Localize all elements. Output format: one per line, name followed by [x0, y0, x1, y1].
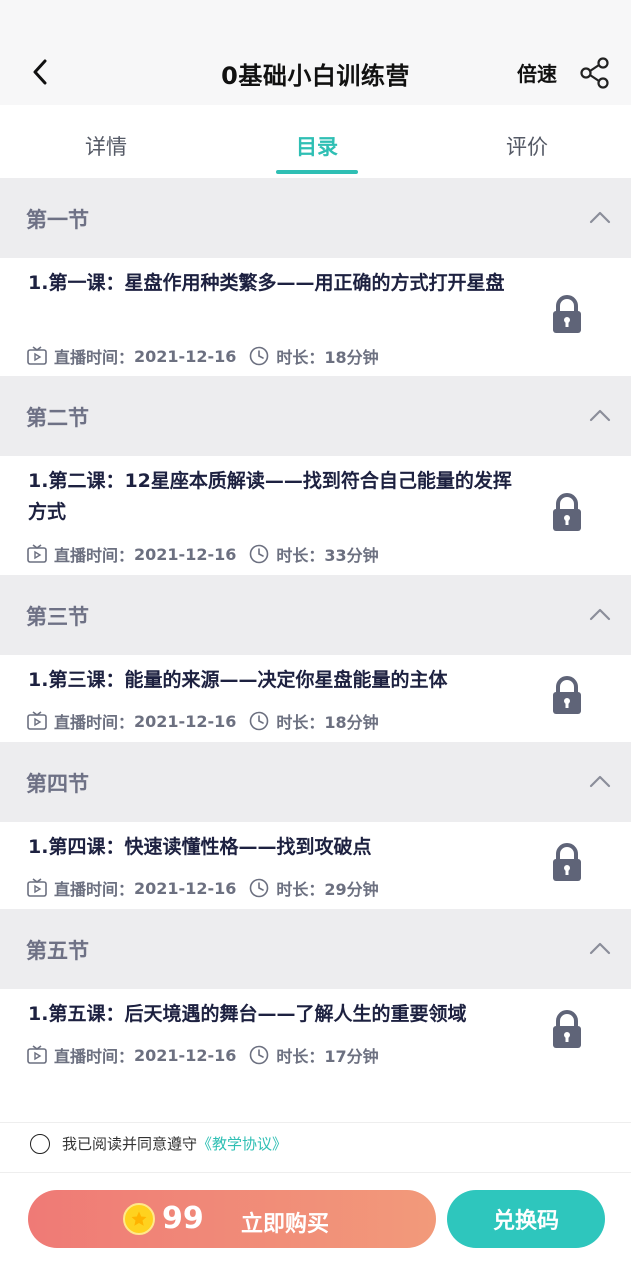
section-header[interactable]: 第三节: [0, 575, 631, 655]
speed-button[interactable]: 倍速: [517, 58, 557, 87]
clock-icon: [250, 711, 269, 731]
coin-icon: [123, 1203, 155, 1235]
price-value: 99: [162, 1201, 204, 1236]
tv-play-icon: [27, 346, 47, 365]
divider: [0, 1122, 631, 1123]
duration-label: 时长：: [276, 1047, 325, 1066]
lock-icon: [553, 676, 581, 714]
share-icon: [580, 57, 609, 89]
duration-label: 时长：: [276, 880, 325, 899]
lesson-meta: 直播时间： 2021-12-16 时长： 17分钟: [26, 1043, 379, 1067]
tv-play-icon: [27, 1045, 47, 1064]
lesson-item[interactable]: 1.第三课：能量的来源——决定你星盘能量的主体 直播时间： 2021-12-16…: [0, 655, 631, 742]
active-tab-indicator: [276, 170, 358, 174]
live-time-label: 直播时间：: [54, 546, 135, 565]
divider: [0, 1172, 631, 1173]
duration-label: 时长：: [276, 713, 325, 732]
lesson-item[interactable]: 1.第二课：12星座本质解读——找到符合自己能量的发挥方式 直播时间： 2021…: [0, 456, 631, 575]
duration-value: 17分钟: [324, 1047, 379, 1066]
agreement-text: 我已阅读并同意遵守: [62, 1135, 198, 1153]
tv-play-icon: [27, 711, 47, 730]
section-header[interactable]: 第五节: [0, 909, 631, 989]
chevron-up-icon: [589, 211, 611, 224]
clock-icon: [250, 1045, 269, 1065]
duration-value: 33分钟: [324, 546, 379, 565]
section-title: 第二节: [26, 406, 89, 430]
tab-catalog[interactable]: 目录: [257, 131, 377, 161]
section-title: 第五节: [26, 939, 89, 963]
agreement-row: 我已阅读并同意遵守 《教学协议》: [30, 1133, 287, 1154]
lesson-item[interactable]: 1.第四课：快速读懂性格——找到攻破点 直播时间： 2021-12-16 时长：…: [0, 822, 631, 909]
live-time-label: 直播时间：: [54, 713, 135, 732]
lock-icon: [553, 295, 581, 333]
duration-value: 18分钟: [324, 713, 379, 732]
section-title: 第一节: [26, 208, 89, 232]
tab-details[interactable]: 详情: [46, 131, 166, 161]
lesson-title: 1.第二课：12星座本质解读——找到符合自己能量的发挥方式: [28, 470, 512, 523]
buy-now-label: 立即购买: [241, 1212, 330, 1237]
catalog-list: 第一节 1.第一课：星盘作用种类繁多——用正确的方式打开星盘 直播时间： 202…: [0, 178, 631, 1076]
chevron-up-icon: [589, 409, 611, 422]
section-title: 第三节: [26, 605, 89, 629]
redeem-code-button[interactable]: 兑换码: [447, 1190, 605, 1248]
live-time-label: 直播时间：: [54, 348, 135, 367]
duration-value: 29分钟: [324, 880, 379, 899]
agreement-checkbox[interactable]: [30, 1133, 50, 1154]
live-date: 2021-12-16: [134, 711, 237, 731]
live-date: 2021-12-16: [134, 544, 237, 564]
tv-play-icon: [27, 878, 47, 897]
tab-bar: 详情 目录 评价: [0, 105, 631, 178]
live-date: 2021-12-16: [134, 1045, 237, 1065]
lesson-meta: 直播时间： 2021-12-16 时长： 18分钟: [26, 344, 379, 368]
star-icon: [131, 1211, 147, 1226]
clock-icon: [250, 544, 269, 564]
lock-icon: [553, 843, 581, 881]
tv-play-icon: [27, 544, 47, 563]
live-time-label: 直播时间：: [54, 880, 135, 899]
section-header[interactable]: 第一节: [0, 178, 631, 258]
lock-icon: [553, 1010, 581, 1048]
lesson-item[interactable]: 1.第五课：后天境遇的舞台——了解人生的重要领域 直播时间： 2021-12-1…: [0, 989, 631, 1076]
tab-reviews[interactable]: 评价: [467, 131, 587, 161]
lesson-title: 1.第四课：快速读懂性格——找到攻破点: [28, 836, 372, 858]
lesson-meta: 直播时间： 2021-12-16 时长： 18分钟: [26, 709, 379, 733]
lesson-title: 1.第三课：能量的来源——决定你星盘能量的主体: [28, 669, 448, 691]
duration-label: 时长：: [276, 546, 325, 565]
live-date: 2021-12-16: [134, 346, 237, 366]
section-title: 第四节: [26, 772, 89, 796]
lesson-meta: 直播时间： 2021-12-16 时长： 29分钟: [26, 876, 379, 900]
chevron-up-icon: [589, 775, 611, 788]
duration-value: 18分钟: [324, 348, 379, 367]
section-header[interactable]: 第二节: [0, 376, 631, 456]
share-button[interactable]: [578, 56, 612, 90]
nav-bar: 0基础小白训练营 倍速: [0, 0, 631, 105]
agreement-link[interactable]: 《教学协议》: [197, 1133, 287, 1154]
clock-icon: [250, 878, 269, 898]
section-header[interactable]: 第四节: [0, 742, 631, 822]
lock-icon: [553, 493, 581, 531]
duration-label: 时长：: [276, 348, 325, 367]
lesson-item[interactable]: 1.第一课：星盘作用种类繁多——用正确的方式打开星盘 直播时间： 2021-12…: [0, 258, 631, 376]
buy-now-button[interactable]: 99 立即购买: [28, 1190, 436, 1248]
clock-icon: [250, 346, 269, 366]
lesson-meta: 直播时间： 2021-12-16 时长： 33分钟: [26, 542, 379, 566]
live-date: 2021-12-16: [134, 878, 237, 898]
live-time-label: 直播时间：: [54, 1047, 135, 1066]
chevron-up-icon: [589, 942, 611, 955]
chevron-up-icon: [589, 608, 611, 621]
lesson-title: 1.第一课：星盘作用种类繁多——用正确的方式打开星盘: [28, 272, 505, 294]
lesson-title: 1.第五课：后天境遇的舞台——了解人生的重要领域: [28, 1003, 467, 1025]
